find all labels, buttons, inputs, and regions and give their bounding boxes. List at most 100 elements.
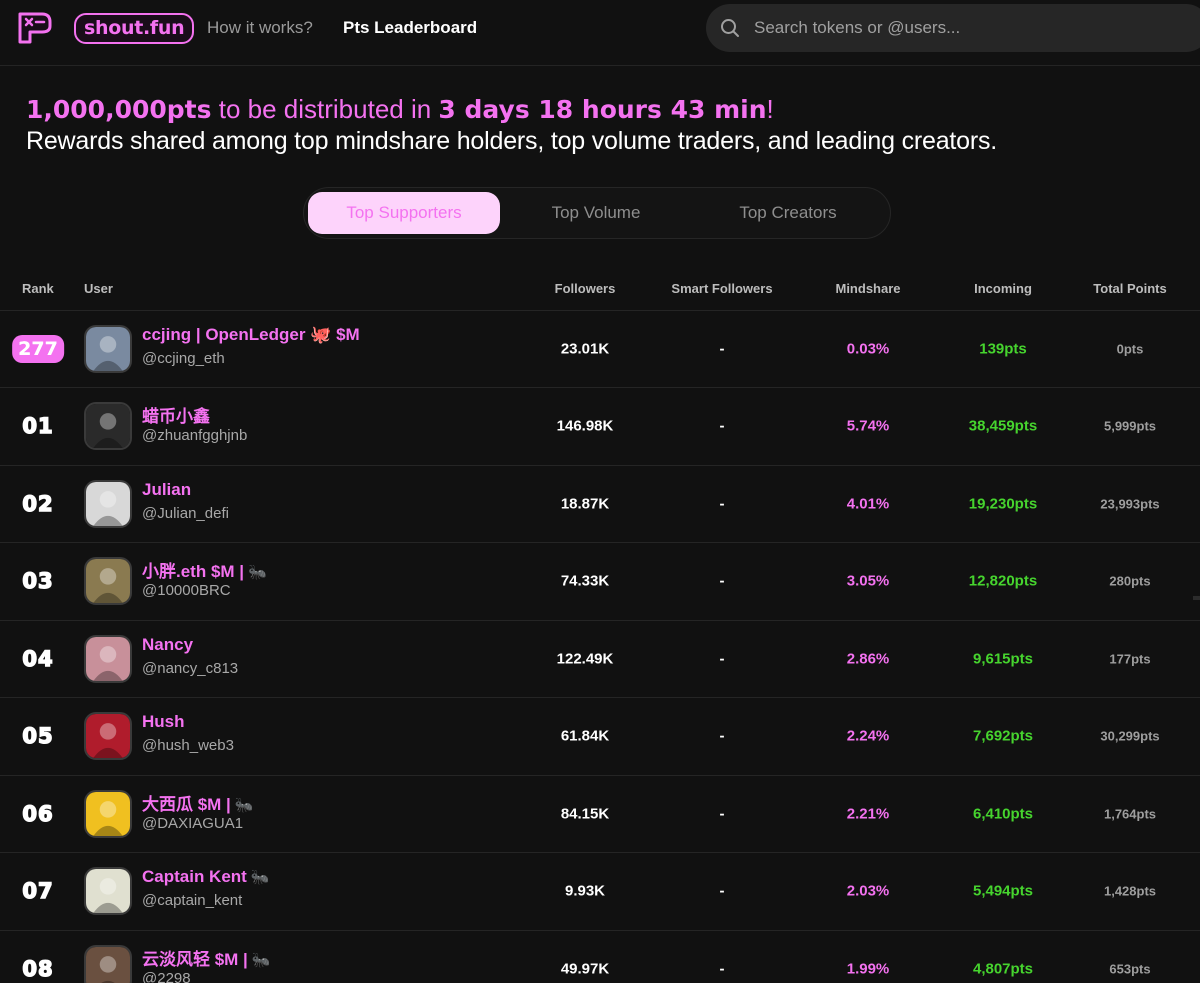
user-display-name[interactable]: Julian bbox=[142, 480, 191, 500]
user-display-name[interactable]: 小胖.eth $M | 🐜 bbox=[142, 557, 267, 582]
avatar[interactable] bbox=[84, 945, 132, 983]
banner-countdown: 3 days 18 hours 43 min bbox=[438, 95, 767, 124]
nav-pts-leaderboard[interactable]: Pts Leaderboard bbox=[343, 18, 477, 38]
user-display-name[interactable]: 云淡风轻 $M | 🐜 bbox=[142, 945, 271, 970]
rank-badge: 04 bbox=[22, 646, 54, 672]
avatar-image bbox=[86, 869, 130, 913]
mindshare-value: 0.03% bbox=[846, 340, 890, 358]
mindshare-value: 5.74% bbox=[846, 417, 890, 435]
user-display-name[interactable]: Hush bbox=[142, 712, 185, 732]
user-name-text: 蜡币小鑫 bbox=[142, 407, 210, 426]
followers-count: 49.97K bbox=[560, 960, 610, 978]
table-row[interactable]: 03 小胖.eth $M | 🐜 @10000BRC 74.33K -3.05% 12,82… bbox=[0, 542, 1200, 619]
total-points: 177pts bbox=[1109, 651, 1151, 667]
user-display-name[interactable]: 蜡币小鑫 bbox=[142, 402, 210, 427]
avatar[interactable] bbox=[84, 402, 132, 450]
rank-badge: 02 bbox=[22, 491, 54, 517]
user-display-name[interactable]: 大西瓜 $M | 🐜 bbox=[142, 790, 254, 815]
tab-top-supporters[interactable]: Top Supporters bbox=[308, 192, 500, 234]
user-display-name[interactable]: Captain Kent 🐜 bbox=[142, 867, 270, 887]
smart-followers-count: - bbox=[719, 572, 725, 590]
rank-badge: 05 bbox=[22, 723, 54, 749]
mindshare-value: 3.05% bbox=[846, 572, 890, 590]
user-name-text: ccjing | OpenLedger 🐙 $M bbox=[142, 325, 360, 344]
user-display-name[interactable]: Nancy bbox=[142, 635, 193, 655]
nav-how-it-works[interactable]: How it works? bbox=[207, 18, 313, 38]
user-handle[interactable]: @captain_kent bbox=[142, 892, 242, 909]
incoming-points: 6,410pts bbox=[972, 805, 1034, 823]
banner-headline: 1,000,000pts to be distributed in 3 days… bbox=[26, 94, 774, 125]
user-name-text: Captain Kent bbox=[142, 867, 247, 886]
mindshare-value: 1.99% bbox=[846, 960, 890, 978]
user-name-text: Nancy bbox=[142, 635, 194, 654]
rank-badge: 03 bbox=[22, 568, 54, 594]
table-row[interactable]: 06 大西瓜 $M | 🐜 @DAXIAGUA1 84.15K - 2.21% 6,410pt… bbox=[0, 775, 1200, 852]
table-row[interactable]: 08 云淡风轻 $M | 🐜 @2298 49.97K -1.99% 4,807pts 653… bbox=[0, 930, 1200, 983]
rank-badge: 08 bbox=[22, 956, 54, 982]
incoming-points: 38,459pts bbox=[968, 417, 1038, 435]
mindshare-value: 4.01% bbox=[846, 495, 890, 513]
table-row[interactable]: 02 Julian @Julian_defi 18.87K - 4.01% 19,230pt… bbox=[0, 465, 1200, 542]
user-handle[interactable]: @2298 bbox=[142, 970, 191, 983]
followers-count: 9.93K bbox=[564, 882, 606, 900]
user-name-text: Julian bbox=[142, 480, 192, 499]
user-display-name[interactable]: ccjing | OpenLedger 🐙 $M bbox=[142, 325, 360, 345]
smart-followers-count: - bbox=[719, 650, 725, 668]
table-row[interactable]: 04 Nancy @nancy_c813 122.49K - 2.86% 9,615pts 1… bbox=[0, 620, 1200, 697]
user-name-text: 小胖.eth $M | bbox=[142, 562, 245, 581]
rank-badge: 277 bbox=[14, 337, 62, 361]
smart-followers-count: - bbox=[719, 805, 725, 823]
scrollbar[interactable] bbox=[1193, 596, 1200, 600]
banner-amount: 1,000,000pts bbox=[26, 95, 212, 124]
ant-icon: 🐜 bbox=[248, 564, 267, 581]
user-handle[interactable]: @zhuanfgghjnb bbox=[142, 427, 247, 444]
avatar[interactable] bbox=[84, 325, 132, 373]
leaderboard-tabs: Top Supporters Top Volume Top Creators bbox=[303, 187, 891, 239]
incoming-points: 19,230pts bbox=[968, 495, 1038, 513]
search-input[interactable] bbox=[754, 4, 1194, 52]
user-handle[interactable]: @nancy_c813 bbox=[142, 660, 238, 677]
avatar[interactable] bbox=[84, 712, 132, 760]
header-user: User bbox=[84, 281, 113, 296]
mindshare-value: 2.03% bbox=[846, 882, 890, 900]
user-handle[interactable]: @DAXIAGUA1 bbox=[142, 815, 243, 832]
avatar[interactable] bbox=[84, 790, 132, 838]
followers-count: 23.01K bbox=[560, 340, 610, 358]
top-header: shout.fun How it works? Pts Leaderboard bbox=[0, 0, 1200, 58]
total-points: 653pts bbox=[1109, 961, 1151, 977]
table-row[interactable]: 05 Hush @hush_web3 61.84K - 2.24% 7,692pts 30,2… bbox=[0, 697, 1200, 774]
smart-followers-count: - bbox=[719, 495, 725, 513]
followers-count: 61.84K bbox=[560, 727, 610, 745]
table-row[interactable]: 277 ccjing | OpenLedger 🐙 $M @ccjing_eth 23… bbox=[0, 310, 1200, 387]
total-points: 30,299pts bbox=[1100, 728, 1160, 744]
avatar-image bbox=[86, 482, 130, 526]
user-handle[interactable]: @Julian_defi bbox=[142, 505, 229, 522]
user-handle[interactable]: @hush_web3 bbox=[142, 737, 234, 754]
avatar[interactable] bbox=[84, 635, 132, 683]
mindshare-value: 2.24% bbox=[846, 727, 890, 745]
incoming-points: 4,807pts bbox=[972, 960, 1034, 978]
avatar-image bbox=[86, 792, 130, 836]
brand-logo[interactable]: shout.fun bbox=[16, 10, 195, 46]
header-incoming: Incoming bbox=[974, 281, 1032, 296]
search-bar[interactable] bbox=[706, 4, 1200, 52]
avatar[interactable] bbox=[84, 867, 132, 915]
incoming-points: 7,692pts bbox=[972, 727, 1034, 745]
incoming-points: 5,494pts bbox=[972, 882, 1034, 900]
avatar-image bbox=[86, 559, 130, 603]
tab-top-creators[interactable]: Top Creators bbox=[692, 192, 884, 234]
smart-followers-count: - bbox=[719, 727, 725, 745]
smart-followers-count: - bbox=[719, 417, 725, 435]
banner-suffix: ! bbox=[766, 94, 774, 124]
tab-top-volume[interactable]: Top Volume bbox=[500, 192, 692, 234]
user-handle[interactable]: @10000BRC bbox=[142, 582, 231, 599]
ant-icon: 🐜 bbox=[251, 952, 271, 969]
avatar-image bbox=[86, 404, 130, 448]
header-rank: Rank bbox=[22, 281, 54, 296]
table-row[interactable]: 01 蜡币小鑫 @zhuanfgghjnb 146.98K - 5.74% 38,459pt… bbox=[0, 387, 1200, 464]
user-handle[interactable]: @ccjing_eth bbox=[142, 350, 225, 367]
avatar[interactable] bbox=[84, 480, 132, 528]
table-row[interactable]: 07 Captain Kent 🐜 @captain_kent 9.93K - 2.03% 5… bbox=[0, 852, 1200, 929]
avatar[interactable] bbox=[84, 557, 132, 605]
total-points: 1,764pts bbox=[1103, 806, 1157, 822]
